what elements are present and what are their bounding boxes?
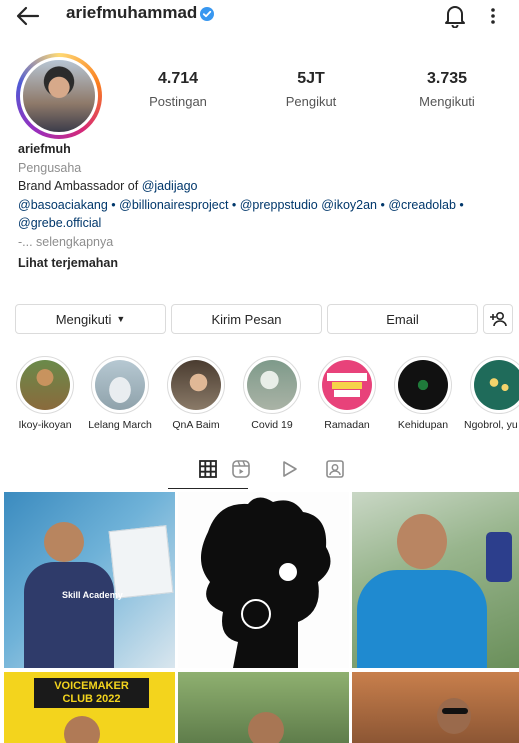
highlight-ngobrol[interactable]: Ngobrol, yu <box>464 356 519 431</box>
post-thumbnail[interactable] <box>352 672 519 743</box>
highlight-cover <box>247 360 297 410</box>
highlight-ikoy-ikoyan[interactable]: Ikoy-ikoyan <box>10 356 80 431</box>
person-head-shape <box>64 716 100 743</box>
highlight-cover <box>322 360 372 410</box>
highlight-label: QnA Baim <box>172 419 220 431</box>
play-icon[interactable] <box>276 456 302 482</box>
bio-line-1: Brand Ambassador of @jadijago <box>18 177 508 196</box>
more-vertical-icon[interactable] <box>484 4 502 28</box>
highlight-ring <box>167 356 225 414</box>
posts-count-value: 4.714 <box>157 70 199 87</box>
top-bar: ariefmuhammad <box>0 0 519 34</box>
highlight-label: Ramadan <box>324 419 370 431</box>
highlight-cover <box>95 360 145 410</box>
back-arrow-icon[interactable] <box>14 4 42 28</box>
profile-category: Pengusaha <box>18 160 82 175</box>
username-header: ariefmuhammad <box>66 3 198 22</box>
certificate-shape <box>108 525 174 599</box>
bell-icon[interactable] <box>444 4 466 29</box>
followers-count-label: Pengikut <box>285 94 337 109</box>
highlight-cover <box>398 360 448 410</box>
tagged-icon[interactable] <box>322 456 348 482</box>
person-head-shape <box>44 522 84 562</box>
profile-avatar <box>20 57 98 135</box>
following-count-label: Mengikuti <box>419 94 475 109</box>
posts-grid: Skill Academy VOICEMAKER CLUB 2022 <box>4 492 519 743</box>
highlight-label: Lelang March <box>88 419 152 431</box>
display-name: ariefmuh <box>18 142 71 156</box>
person-head-shape <box>248 712 284 743</box>
followers-count[interactable]: 5JT Pengikut <box>276 70 346 109</box>
phone-shape <box>486 532 512 582</box>
posts-count-label: Postingan <box>149 94 207 109</box>
highlight-ring <box>318 356 376 414</box>
ramadan-badge-icon <box>327 373 367 397</box>
following-button-label: Mengikuti <box>55 311 112 327</box>
verified-badge-icon <box>200 7 214 21</box>
highlight-ring <box>243 356 301 414</box>
post-overlay-text: VOICEMAKER CLUB 2022 <box>34 678 149 708</box>
mentions-line-3[interactable]: @grebe.official <box>18 214 508 233</box>
person-head-shape <box>397 514 447 569</box>
add-person-icon <box>490 311 507 327</box>
followers-count-value: 5JT <box>297 70 325 87</box>
person-body-shape <box>24 562 114 668</box>
sunglasses-shape <box>442 708 468 714</box>
person-head-shape <box>437 698 471 734</box>
highlight-label: Ngobrol, yu <box>464 419 518 431</box>
post-thumbnail[interactable] <box>352 492 519 668</box>
following-button[interactable]: Mengikuti ▼ <box>15 304 166 334</box>
post-thumbnail[interactable] <box>178 672 349 743</box>
profile-tabs <box>0 454 519 490</box>
see-translation-link[interactable]: Lihat terjemahan <box>18 254 508 273</box>
highlight-covid-19[interactable]: Covid 19 <box>237 356 307 431</box>
highlight-cover <box>20 360 70 410</box>
highlight-ramadan[interactable]: Ramadan <box>312 356 382 431</box>
highlight-cover <box>474 360 519 410</box>
highlight-label: Ikoy-ikoyan <box>18 419 72 431</box>
mention-link-jadijago[interactable]: @jadijago <box>142 179 198 193</box>
highlight-ring <box>16 356 74 414</box>
highlight-cover <box>171 360 221 410</box>
reels-icon[interactable] <box>228 456 254 482</box>
profile-bio: ariefmuh Pengusaha Brand Ambassador of @… <box>18 140 508 273</box>
silhouette-illustration-icon <box>200 497 331 668</box>
message-button[interactable]: Kirim Pesan <box>171 304 322 334</box>
highlight-kehidupan[interactable]: Kehidupan <box>388 356 458 431</box>
post-overlay-text: Skill Academy <box>62 590 123 600</box>
highlight-ring <box>394 356 452 414</box>
highlight-label: Kehidupan <box>397 419 449 431</box>
highlight-ring <box>91 356 149 414</box>
add-person-button[interactable] <box>483 304 513 334</box>
person-body-shape <box>357 570 487 668</box>
mentions-line-2[interactable]: @basoaciakang • @billionairesproject • @… <box>18 196 508 215</box>
post-thumbnail[interactable]: VOICEMAKER CLUB 2022 <box>4 672 175 743</box>
post-thumbnail[interactable]: Skill Academy <box>4 492 175 668</box>
grid-icon[interactable] <box>195 456 221 482</box>
highlight-label: Covid 19 <box>251 419 293 431</box>
post-thumbnail[interactable] <box>178 492 349 668</box>
bio-text: Brand Ambassador of <box>18 179 142 193</box>
active-tab-indicator <box>168 488 248 489</box>
following-count-value: 3.735 <box>426 70 468 87</box>
profile-avatar-ring[interactable] <box>16 53 102 139</box>
highlight-lelang-march[interactable]: Lelang March <box>85 356 155 431</box>
email-button[interactable]: Email <box>327 304 478 334</box>
highlight-ring <box>470 356 519 414</box>
see-more-link[interactable]: -... selengkapnya <box>18 233 508 252</box>
highlight-qna-baim[interactable]: QnA Baim <box>161 356 231 431</box>
posts-count[interactable]: 4.714 Postingan <box>146 70 210 109</box>
following-count[interactable]: 3.735 Mengikuti <box>410 70 484 109</box>
chevron-down-icon: ▼ <box>116 314 126 324</box>
